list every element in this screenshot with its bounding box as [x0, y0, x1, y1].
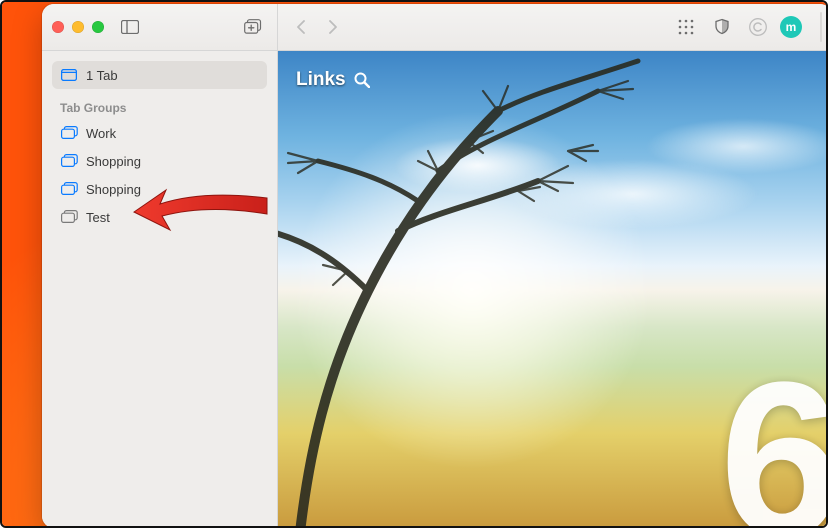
sidebar-section-header: Tab Groups	[60, 101, 263, 115]
sidebar-current-tab-label: 1 Tab	[86, 68, 118, 83]
sidebar-current-tab[interactable]: 1 Tab	[52, 61, 267, 89]
sidebar: 1 Tab Tab Groups Work Shopping	[42, 51, 278, 528]
content-area: Links 6	[278, 51, 828, 528]
minimize-window-button[interactable]	[72, 21, 84, 33]
new-tab-group-button[interactable]	[239, 14, 267, 40]
chevron-right-icon	[326, 20, 338, 34]
tabgroup-icon	[60, 154, 78, 168]
tabgroup-icon	[60, 182, 78, 196]
circle-c-icon	[748, 17, 768, 37]
page-links-label: Links	[296, 69, 346, 91]
search-icon	[354, 72, 370, 88]
address-bar[interactable]	[820, 12, 822, 42]
back-button[interactable]	[288, 14, 316, 40]
toggle-sidebar-button[interactable]	[116, 14, 144, 40]
shield-half-icon	[713, 18, 731, 36]
page-links-heading[interactable]: Links	[296, 69, 370, 91]
sidebar-group-test[interactable]: Test	[52, 203, 267, 231]
sidebar-icon	[121, 20, 139, 34]
sidebar-group-shopping-1[interactable]: Shopping	[52, 147, 267, 175]
start-page-grid-button[interactable]	[672, 14, 700, 40]
window-toolbar: m	[42, 4, 828, 51]
chevron-left-icon	[296, 20, 308, 34]
icloud-tabs-button[interactable]	[744, 14, 772, 40]
fullscreen-window-button[interactable]	[92, 21, 104, 33]
privacy-report-button[interactable]	[708, 14, 736, 40]
window-controls	[52, 21, 104, 33]
window-icon	[60, 69, 78, 81]
sidebar-group-label: Test	[86, 210, 110, 225]
tree-silhouette	[278, 51, 658, 528]
grid-icon	[678, 19, 694, 35]
profile-avatar[interactable]: m	[780, 16, 802, 38]
sidebar-group-label: Shopping	[86, 182, 141, 197]
sidebar-group-work[interactable]: Work	[52, 119, 267, 147]
sidebar-group-label: Shopping	[86, 154, 141, 169]
forward-button[interactable]	[318, 14, 346, 40]
page-big-char: 6	[720, 349, 828, 528]
safari-window: m 1 Tab Tab Groups	[42, 4, 828, 528]
close-window-button[interactable]	[52, 21, 64, 33]
sidebar-group-shopping-2[interactable]: Shopping	[52, 175, 267, 203]
sidebar-group-label: Work	[86, 126, 116, 141]
tabgroup-icon	[60, 126, 78, 140]
tabgroup-icon	[60, 210, 78, 224]
profile-initial: m	[786, 20, 797, 34]
new-tabgroup-icon	[244, 19, 262, 35]
